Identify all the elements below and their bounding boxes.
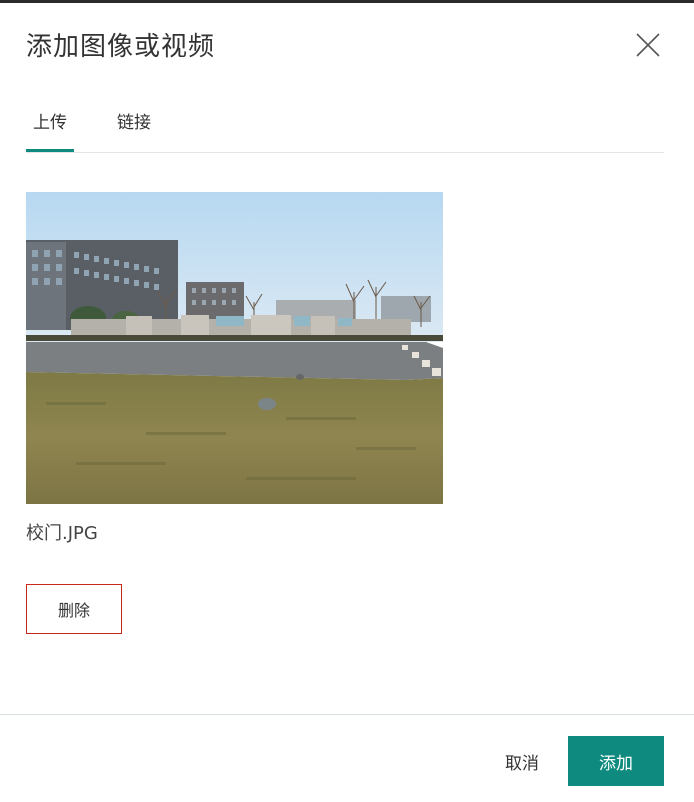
close-icon bbox=[636, 33, 660, 57]
campus-gate-photo bbox=[26, 192, 443, 504]
footer-divider bbox=[0, 714, 694, 715]
tab-bar: 上传 链接 bbox=[26, 100, 664, 153]
uploaded-file-name: 校门.JPG bbox=[26, 523, 98, 544]
window-top-strip bbox=[0, 0, 694, 3]
tab-upload[interactable]: 上传 bbox=[26, 100, 74, 152]
close-button[interactable] bbox=[630, 27, 666, 63]
tab-link[interactable]: 链接 bbox=[114, 100, 154, 150]
dialog-title: 添加图像或视频 bbox=[26, 32, 216, 62]
delete-button[interactable]: 删除 bbox=[26, 584, 122, 634]
image-preview bbox=[26, 192, 443, 504]
add-button[interactable]: 添加 bbox=[568, 736, 664, 786]
cancel-button[interactable]: 取消 bbox=[492, 736, 552, 786]
